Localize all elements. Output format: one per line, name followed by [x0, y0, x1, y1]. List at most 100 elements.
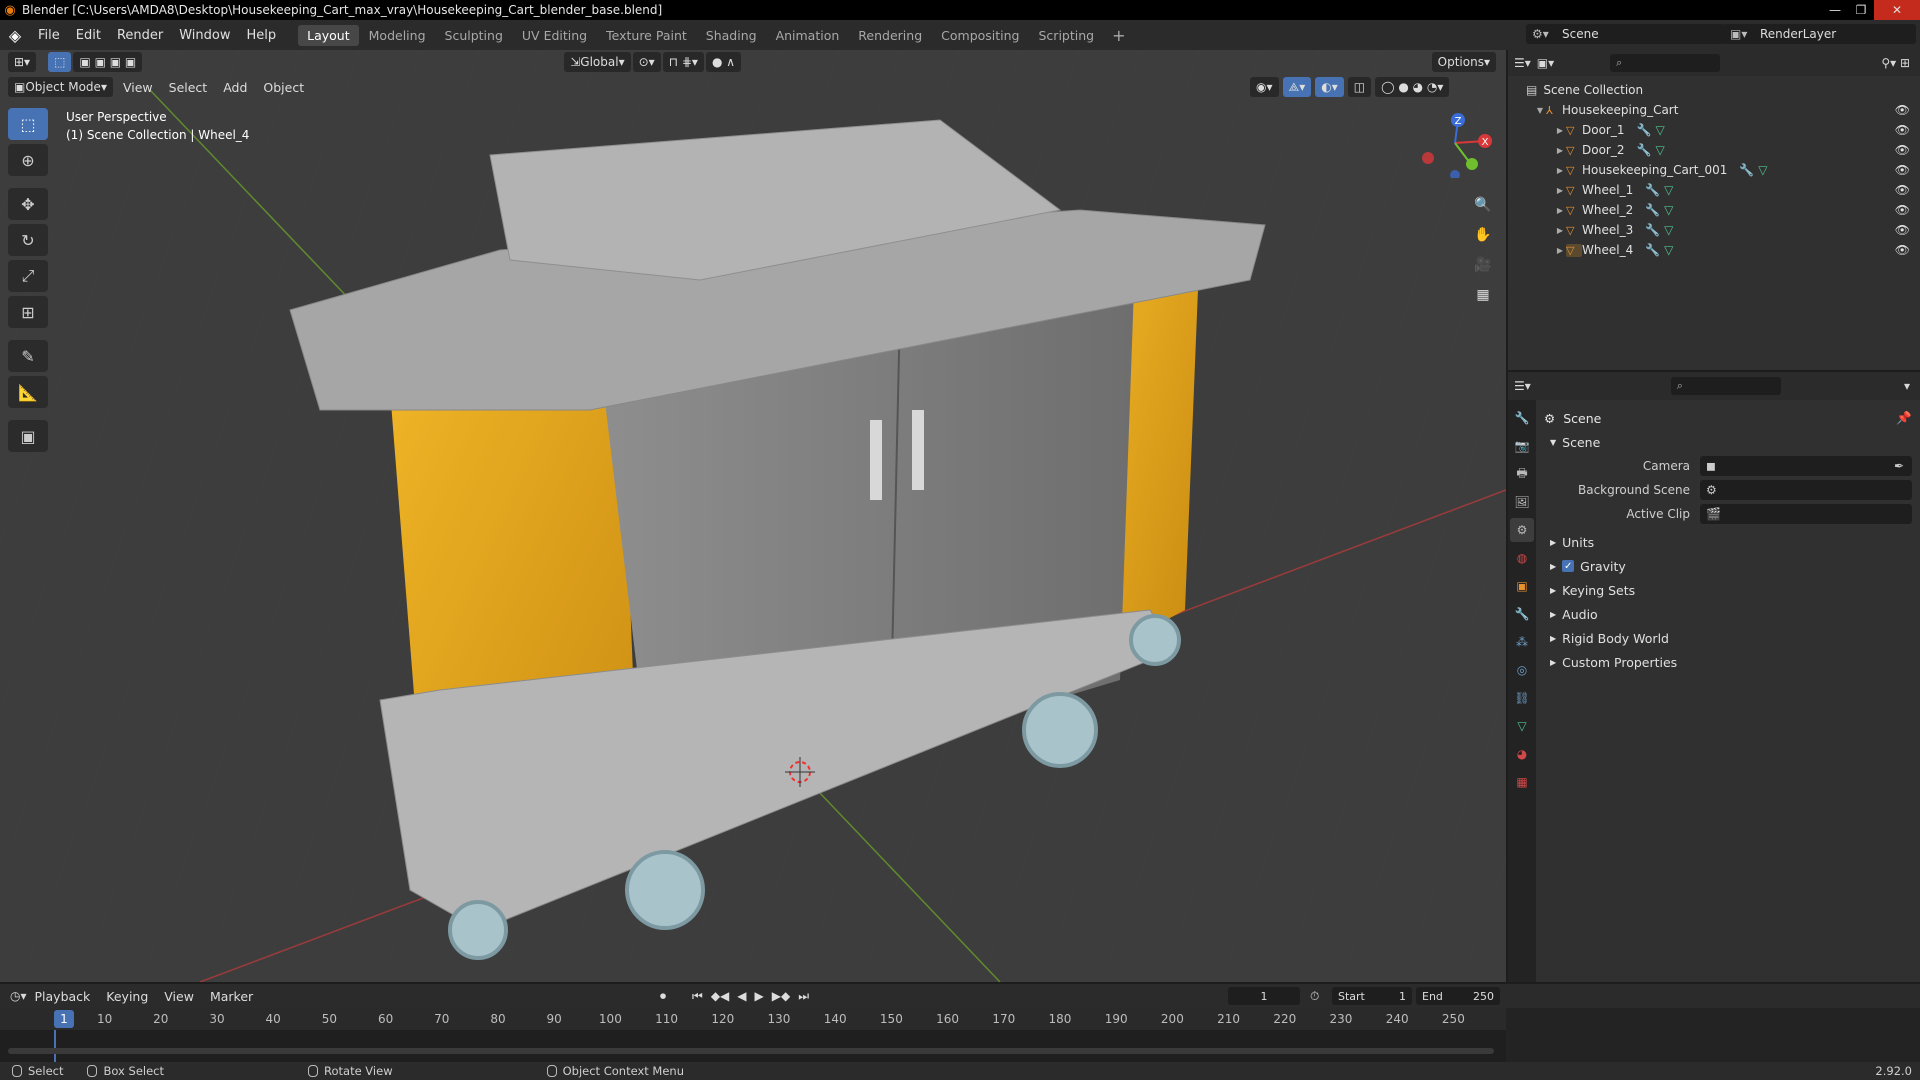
transform-orientation-dropdown[interactable]: ⇲ Global ▾ — [564, 52, 631, 72]
eye-icon[interactable]: 👁 — [1895, 103, 1910, 117]
pin-icon[interactable]: 📌 — [1896, 410, 1912, 426]
rotate-tool-icon[interactable]: ↻ — [8, 224, 48, 256]
filter-icon[interactable]: ⚲▾ ⊞ — [1881, 56, 1910, 70]
tab-texture-paint[interactable]: Texture Paint — [597, 25, 696, 46]
timeline-editor-icon[interactable]: ◷▾ — [10, 989, 27, 1003]
shading-mode-buttons[interactable]: ◯ ● ◕ ◔▾ — [1375, 77, 1450, 97]
stopwatch-icon[interactable]: ⏱ — [1310, 989, 1319, 1004]
render-layer-selector[interactable]: ▣▾ RenderLayer — [1724, 24, 1916, 44]
modifier-tab-icon[interactable]: 🔧 — [1510, 602, 1534, 626]
gravity-panel-header[interactable]: ▶ ✓ Gravity — [1544, 554, 1912, 578]
menu-file[interactable]: File — [30, 28, 68, 43]
viewport-menu-view[interactable]: View — [115, 80, 161, 95]
background-scene-value[interactable]: ⚙ — [1700, 480, 1912, 500]
particles-tab-icon[interactable]: ⁂ — [1510, 630, 1534, 654]
tab-shading[interactable]: Shading — [697, 25, 766, 46]
timeline-menu-keying[interactable]: Keying — [98, 989, 156, 1004]
measure-tool-icon[interactable]: 📐 — [8, 376, 48, 408]
data-tab-icon[interactable]: ▽ — [1510, 714, 1534, 738]
tab-compositing[interactable]: Compositing — [932, 25, 1028, 46]
mesh-data-icon[interactable]: ▽ — [1664, 203, 1673, 217]
audio-panel-header[interactable]: ▶ Audio — [1544, 602, 1912, 626]
visibility-icon[interactable]: ◉▾ — [1250, 77, 1279, 97]
expand-right-icon[interactable]: ▶ — [1554, 146, 1566, 155]
expand-right-icon[interactable]: ▶ — [1554, 206, 1566, 215]
menu-window[interactable]: Window — [171, 28, 238, 43]
tab-modeling[interactable]: Modeling — [360, 25, 435, 46]
viewport-menu-object[interactable]: Object — [255, 80, 312, 95]
proportional-edit-toggle[interactable]: ● ∧ — [705, 52, 742, 72]
eye-icon[interactable]: 👁 — [1895, 123, 1910, 137]
outliner-object-row[interactable]: ▶ ▽ Wheel_4 🔧 ▽ 👁 — [1508, 240, 1920, 260]
selection-mode-buttons[interactable]: ▣ ▣ ▣ ▣ — [73, 52, 143, 72]
options-dropdown[interactable]: Options ▾ — [1431, 52, 1496, 72]
expand-right-icon[interactable]: ▶ — [1554, 226, 1566, 235]
cursor-tool-icon[interactable]: ⊕ — [8, 144, 48, 176]
viewport-menu-add[interactable]: Add — [215, 80, 255, 95]
scene-selector[interactable]: ⚙▾ Scene — [1526, 24, 1726, 44]
outliner-object-row[interactable]: ▶ ▽ Door_1 🔧 ▽ 👁 — [1508, 120, 1920, 140]
modifier-icon[interactable]: 🔧 — [1645, 223, 1660, 237]
object-tab-icon[interactable]: ▣ — [1510, 574, 1534, 598]
eye-icon[interactable]: 👁 — [1895, 143, 1910, 157]
minimize-button[interactable]: — — [1822, 0, 1848, 20]
modifier-icon[interactable]: 🔧 — [1645, 243, 1660, 257]
play-reverse-icon[interactable]: ◀ — [737, 989, 746, 1004]
outliner-object-row[interactable]: ▶ ▽ Housekeeping_Cart_001 🔧 ▽ 👁 — [1508, 160, 1920, 180]
modifier-icon[interactable]: 🔧 — [1637, 143, 1652, 157]
custom-properties-panel-header[interactable]: ▶ Custom Properties — [1544, 650, 1912, 674]
rigid-body-world-panel-header[interactable]: ▶ Rigid Body World — [1544, 626, 1912, 650]
mesh-data-icon[interactable]: ▽ — [1664, 183, 1673, 197]
world-tab-icon[interactable]: ◍ — [1510, 546, 1534, 570]
snap-toggle[interactable]: ⊓ ⋕▾ — [662, 52, 704, 72]
zoom-icon[interactable]: 🔍 — [1470, 192, 1496, 218]
render-tab-icon[interactable]: 📷 — [1510, 434, 1534, 458]
eye-icon[interactable]: 👁 — [1895, 223, 1910, 237]
prev-keyframe-icon[interactable]: ◆◀ — [711, 989, 729, 1004]
gizmo-neg-x-axis[interactable] — [1422, 152, 1434, 164]
eye-icon[interactable]: 👁 — [1895, 243, 1910, 257]
close-button[interactable]: ✕ — [1874, 0, 1920, 20]
gizmo-toggle-icon[interactable]: ⟁▾ — [1282, 77, 1312, 97]
expand-right-icon[interactable]: ▶ — [1554, 126, 1566, 135]
tab-sculpting[interactable]: Sculpting — [436, 25, 512, 46]
texture-tab-icon[interactable]: ▦ — [1510, 770, 1534, 794]
jump-start-icon[interactable]: ⏮ — [692, 989, 703, 1004]
eye-icon[interactable]: 👁 — [1895, 183, 1910, 197]
expand-down-icon[interactable]: ▼ — [1534, 106, 1546, 115]
add-workspace-icon[interactable]: + — [1104, 26, 1133, 45]
scene-panel-header[interactable]: ▼ Scene — [1544, 430, 1912, 454]
maximize-button[interactable]: ❐ — [1848, 0, 1874, 20]
mesh-data-icon[interactable]: ▽ — [1758, 163, 1767, 177]
annotate-tool-icon[interactable]: ✎ — [8, 340, 48, 372]
output-tab-icon[interactable]: 🖶 — [1510, 462, 1534, 486]
outliner-object-row[interactable]: ▶ ▽ Door_2 🔧 ▽ 👁 — [1508, 140, 1920, 160]
overlay-toggle-icon[interactable]: ◐▾ — [1315, 77, 1344, 97]
outliner-editor-icon[interactable]: ☰▾ — [1514, 56, 1531, 70]
outliner-scene-collection[interactable]: ▤ Scene Collection — [1508, 80, 1920, 100]
tool-tab-icon[interactable]: 🔧 — [1510, 406, 1534, 430]
outliner-object-row[interactable]: ▶ ▽ Wheel_3 🔧 ▽ 👁 — [1508, 220, 1920, 240]
properties-editor-icon[interactable]: ☰▾ — [1514, 379, 1531, 393]
modifier-icon[interactable]: 🔧 — [1645, 183, 1660, 197]
modifier-icon[interactable]: 🔧 — [1645, 203, 1660, 217]
timeline-menu-marker[interactable]: Marker — [202, 989, 261, 1004]
viewport-menu-select[interactable]: Select — [161, 80, 216, 95]
add-cube-tool-icon[interactable]: ▣ — [8, 420, 48, 452]
camera-field[interactable]: Camera ◼ ✒ — [1544, 454, 1912, 478]
outliner-object-row[interactable]: ▶ ▽ Wheel_1 🔧 ▽ 👁 — [1508, 180, 1920, 200]
select-tool-icon[interactable]: ⬚ — [8, 108, 48, 140]
mode-dropdown[interactable]: ▣ Object Mode ▾ — [8, 77, 113, 97]
material-tab-icon[interactable]: ◕ — [1510, 742, 1534, 766]
view-layer-tab-icon[interactable]: 🖼 — [1510, 490, 1534, 514]
xray-toggle-icon[interactable]: ◫ — [1347, 77, 1372, 97]
menu-render[interactable]: Render — [109, 28, 171, 43]
eye-icon[interactable]: 👁 — [1895, 203, 1910, 217]
tab-rendering[interactable]: Rendering — [849, 25, 931, 46]
gizmo-y-axis[interactable] — [1466, 158, 1478, 170]
keying-sets-panel-header[interactable]: ▶ Keying Sets — [1544, 578, 1912, 602]
tab-layout[interactable]: Layout — [298, 24, 359, 46]
record-icon[interactable]: ⏺ — [660, 989, 666, 1004]
outliner-collection-row[interactable]: ▼ ⅄ Housekeeping_Cart 👁 — [1508, 100, 1920, 120]
display-mode-icon[interactable]: ▣▾ — [1537, 56, 1554, 70]
